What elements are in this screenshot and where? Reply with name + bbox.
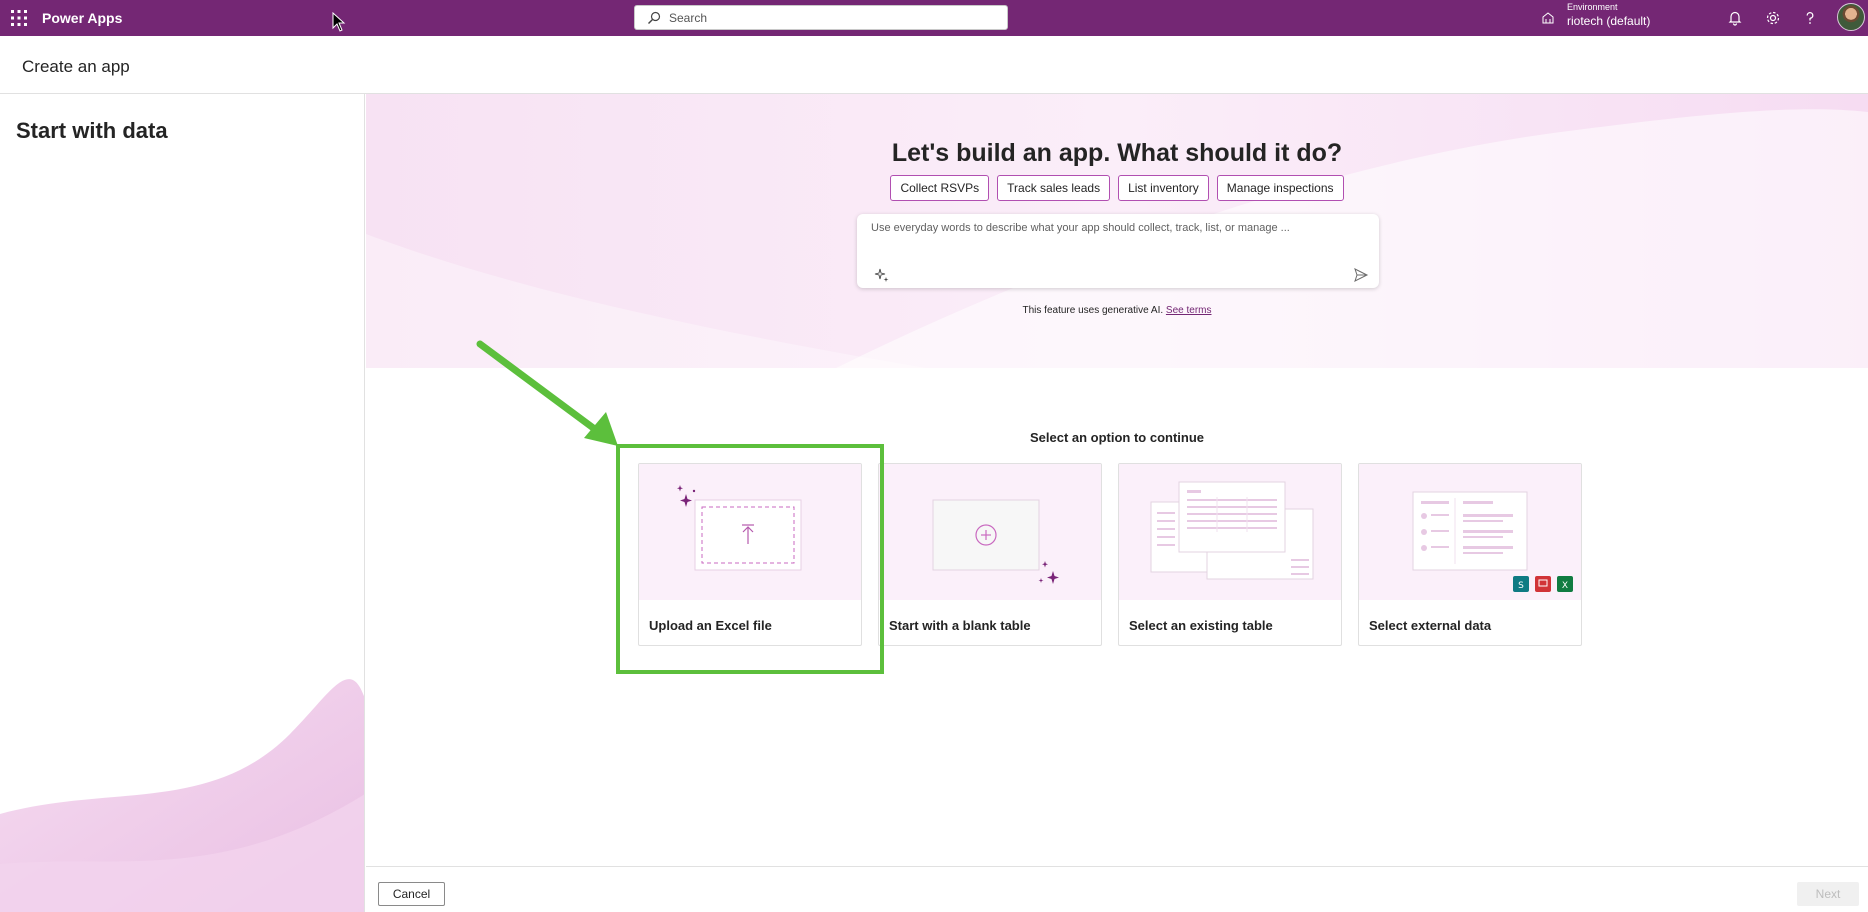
bell-icon[interactable] bbox=[1725, 8, 1745, 28]
see-terms-link[interactable]: See terms bbox=[1166, 305, 1212, 316]
highlight-box bbox=[616, 444, 884, 674]
avatar[interactable] bbox=[1837, 3, 1865, 31]
left-pane: Start with data bbox=[0, 94, 365, 912]
environment-name[interactable]: riotech (default) bbox=[1567, 14, 1650, 28]
environment-icon[interactable] bbox=[1540, 10, 1556, 26]
gear-icon[interactable] bbox=[1763, 8, 1783, 28]
page-header: Create an app bbox=[0, 36, 1868, 94]
search-box[interactable] bbox=[634, 5, 1008, 30]
arrow-icon bbox=[476, 340, 618, 446]
hero-title: Let's build an app. What should it do? bbox=[891, 139, 1343, 167]
arrow-shaft bbox=[476, 340, 600, 434]
hero-section: Let's build an app. What should it do? C… bbox=[366, 94, 1868, 368]
ai-disclaimer: This feature uses generative AI. See ter… bbox=[366, 305, 1868, 316]
main-area: Let's build an app. What should it do? C… bbox=[366, 94, 1868, 912]
send-icon[interactable] bbox=[1353, 267, 1369, 283]
footer: Cancel Next bbox=[366, 866, 1868, 912]
chip-track-sales-leads[interactable]: Track sales leads bbox=[997, 175, 1111, 201]
next-button[interactable]: Next bbox=[1797, 882, 1859, 906]
decorative-wave bbox=[0, 679, 364, 912]
search-icon bbox=[648, 11, 661, 24]
help-icon[interactable] bbox=[1800, 8, 1820, 28]
prompt-input[interactable] bbox=[871, 222, 1351, 252]
top-bar: Power Apps Environment riotech (default) bbox=[0, 0, 1868, 36]
svg-text:X: X bbox=[1562, 581, 1568, 591]
card-label: Select external data bbox=[1369, 618, 1492, 633]
environment-label: Environment bbox=[1567, 2, 1618, 12]
card-existing-table[interactable]: Select an existing table bbox=[1118, 463, 1342, 646]
card-label: Select an existing table bbox=[1129, 618, 1273, 633]
chip-manage-inspections[interactable]: Manage inspections bbox=[1216, 175, 1344, 201]
card-external-data[interactable]: S X Select external data bbox=[1358, 463, 1582, 646]
plus-circle-icon bbox=[932, 499, 1059, 584]
ai-note-text: This feature uses generative AI. bbox=[1022, 305, 1164, 316]
chip-list-inventory[interactable]: List inventory bbox=[1118, 175, 1209, 201]
card-label: Start with a blank table bbox=[889, 618, 1031, 633]
suggestion-chips: Collect RSVPs Track sales leads List inv… bbox=[366, 175, 1868, 201]
cancel-button[interactable]: Cancel bbox=[378, 882, 445, 906]
svg-text:S: S bbox=[1518, 581, 1524, 591]
mouse-cursor-icon bbox=[332, 12, 346, 32]
sparkle-icon[interactable] bbox=[874, 267, 890, 283]
prompt-box bbox=[857, 214, 1379, 288]
page-title: Create an app bbox=[22, 57, 130, 76]
chip-collect-rsvps[interactable]: Collect RSVPs bbox=[890, 175, 990, 201]
app-name[interactable]: Power Apps bbox=[42, 10, 122, 26]
card-blank-table[interactable]: Start with a blank table bbox=[878, 463, 1102, 646]
search-input[interactable] bbox=[669, 9, 999, 27]
waffle-icon[interactable] bbox=[9, 8, 29, 28]
table-icon bbox=[1150, 481, 1314, 580]
left-pane-heading: Start with data bbox=[16, 118, 168, 143]
external-data-icon: S X bbox=[1412, 491, 1573, 592]
